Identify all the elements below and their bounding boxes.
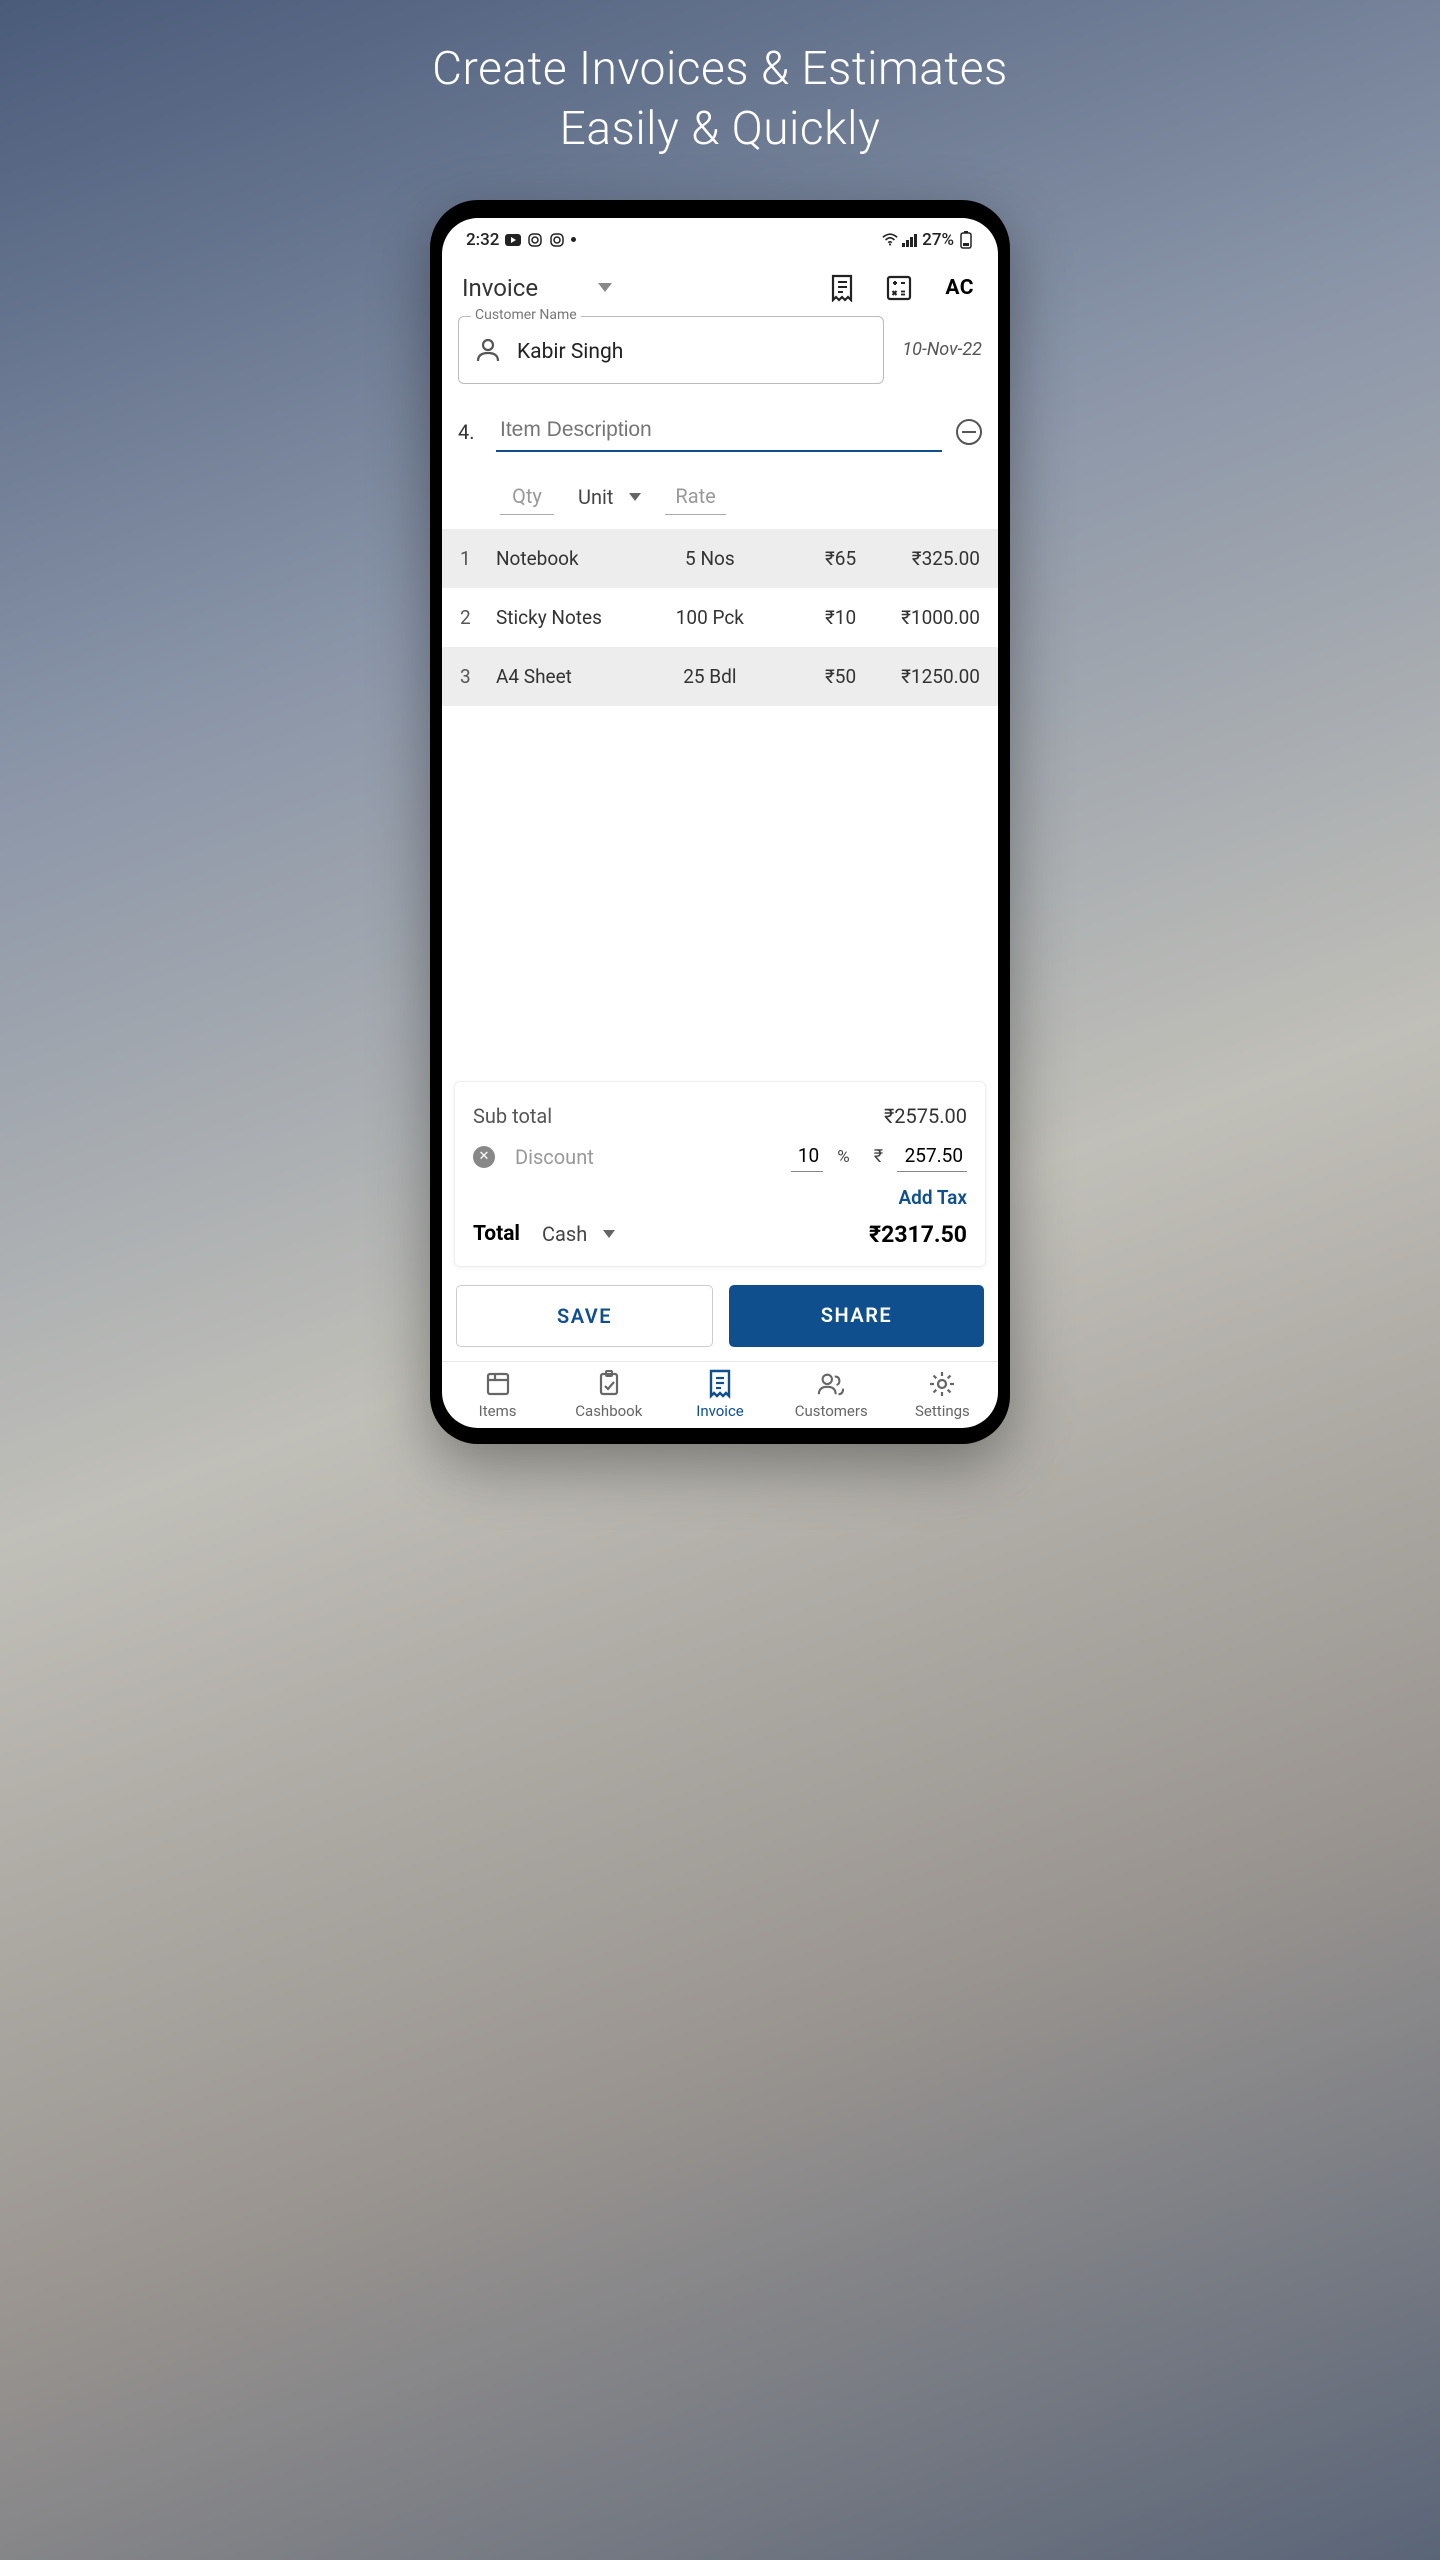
nav-invoice-label: Invoice: [696, 1402, 744, 1420]
doc-type-dropdown[interactable]: Invoice: [462, 274, 538, 302]
item-row[interactable]: 2 Sticky Notes 100 Pck ₹10 ₹1000.00: [442, 588, 998, 647]
payment-method-dropdown[interactable]: Cash: [542, 1222, 615, 1246]
discount-label: Discount: [515, 1145, 777, 1169]
row-name: Sticky Notes: [496, 606, 654, 629]
row-index: 1: [460, 547, 496, 570]
dropdown-arrow-icon[interactable]: [598, 278, 612, 297]
row-rate: ₹50: [766, 665, 856, 688]
row-rate: ₹65: [766, 547, 856, 570]
grand-total-value: ₹2317.50: [869, 1221, 967, 1248]
percent-sign: %: [837, 1147, 849, 1167]
wifi-icon: [882, 232, 898, 248]
totals-card: Sub total ₹2575.00 ✕ Discount 10 % ₹ 257…: [454, 1081, 986, 1267]
nav-settings[interactable]: Settings: [887, 1370, 998, 1420]
row-index: 3: [460, 665, 496, 688]
status-dot: [571, 237, 576, 242]
action-row: SAVE SHARE: [442, 1275, 998, 1361]
invoice-date[interactable]: 10-Nov-22: [902, 339, 982, 360]
subtotal-row: Sub total ₹2575.00: [473, 1096, 967, 1136]
calculator-icon[interactable]: [885, 274, 913, 302]
row-qty: 100 Pck: [654, 606, 767, 629]
row-name: A4 Sheet: [496, 665, 654, 688]
subtotal-value: ₹2575.00: [884, 1104, 967, 1128]
item-row[interactable]: 3 A4 Sheet 25 Bdl ₹50 ₹1250.00: [442, 647, 998, 706]
row-total: ₹1000.00: [856, 606, 980, 629]
row-total: ₹1250.00: [856, 665, 980, 688]
person-icon: [475, 337, 501, 367]
rate-input[interactable]: Rate: [665, 480, 725, 515]
row-rate: ₹10: [766, 606, 856, 629]
subtotal-label: Sub total: [473, 1104, 552, 1128]
remove-discount-icon[interactable]: ✕: [473, 1146, 495, 1168]
item-entry-row: 4.: [442, 384, 998, 458]
nav-settings-label: Settings: [915, 1402, 970, 1420]
payment-method-value: Cash: [542, 1222, 587, 1246]
nav-customers-label: Customers: [795, 1402, 868, 1420]
instagram-icon: [527, 232, 543, 248]
items-icon: [484, 1370, 512, 1398]
total-row: Total Cash ₹2317.50: [473, 1211, 967, 1252]
item-entry-num: 4.: [458, 420, 482, 444]
total-label: Total: [473, 1222, 520, 1246]
customer-name-field[interactable]: Customer Name Kabir Singh: [458, 316, 884, 384]
ac-button[interactable]: AC: [945, 276, 974, 300]
row-qty: 25 Bdl: [654, 665, 767, 688]
cashbook-icon: [595, 1370, 623, 1398]
add-tax-row: Add Tax: [473, 1178, 967, 1211]
phone-screen: 2:32 27%: [442, 218, 998, 1428]
chevron-down-icon: [629, 493, 641, 502]
nav-cashbook[interactable]: Cashbook: [553, 1370, 664, 1420]
bottom-nav: Items Cashbook Invoice Customers: [442, 1361, 998, 1428]
invoice-icon: [706, 1370, 734, 1398]
status-bar: 2:32 27%: [442, 218, 998, 256]
row-qty: 5 Nos: [654, 547, 767, 570]
youtube-icon: [505, 232, 521, 248]
discount-amount-input[interactable]: 257.50: [897, 1142, 967, 1172]
nav-items-label: Items: [479, 1402, 517, 1420]
item-row[interactable]: 1 Notebook 5 Nos ₹65 ₹325.00: [442, 529, 998, 588]
nav-items[interactable]: Items: [442, 1370, 553, 1420]
settings-icon: [928, 1370, 956, 1398]
customers-icon: [817, 1370, 845, 1398]
receipt-icon[interactable]: [829, 274, 857, 302]
items-list: 1 Notebook 5 Nos ₹65 ₹325.00 2 Sticky No…: [442, 529, 998, 706]
customer-row: Customer Name Kabir Singh 10-Nov-22: [442, 316, 998, 384]
instagram-icon-2: [549, 232, 565, 248]
nav-invoice[interactable]: Invoice: [664, 1370, 775, 1420]
phone-frame: 2:32 27%: [430, 200, 1010, 1444]
item-description-input[interactable]: [496, 412, 942, 452]
hero-headline: Create Invoices & Estimates Easily & Qui…: [432, 40, 1008, 160]
share-button[interactable]: SHARE: [729, 1285, 984, 1347]
discount-percent-input[interactable]: 10: [791, 1142, 823, 1172]
chevron-down-icon: [603, 1230, 615, 1239]
nav-cashbook-label: Cashbook: [575, 1402, 642, 1420]
unit-label: Unit: [578, 485, 613, 509]
status-time: 2:32: [466, 230, 499, 250]
unit-dropdown[interactable]: Unit: [578, 485, 641, 509]
rupee-sign: ₹: [874, 1146, 883, 1167]
battery-icon: [958, 232, 974, 248]
save-button[interactable]: SAVE: [456, 1285, 713, 1347]
hero-line1: Create Invoices & Estimates: [432, 40, 1008, 100]
hero-line2: Easily & Quickly: [432, 100, 1008, 160]
qty-input[interactable]: Qty: [500, 480, 554, 515]
signal-icon: [902, 232, 918, 248]
row-total: ₹325.00: [856, 547, 980, 570]
row-index: 2: [460, 606, 496, 629]
add-tax-button[interactable]: Add Tax: [898, 1186, 967, 1209]
customer-name-value: Kabir Singh: [517, 340, 623, 364]
row-name: Notebook: [496, 547, 654, 570]
remove-item-icon[interactable]: [956, 419, 982, 445]
battery-pct: 27%: [922, 230, 954, 250]
discount-row: ✕ Discount 10 % ₹ 257.50: [473, 1136, 967, 1178]
nav-customers[interactable]: Customers: [776, 1370, 887, 1420]
customer-name-label: Customer Name: [471, 307, 581, 323]
qty-unit-rate-row: Qty Unit Rate: [442, 458, 998, 529]
